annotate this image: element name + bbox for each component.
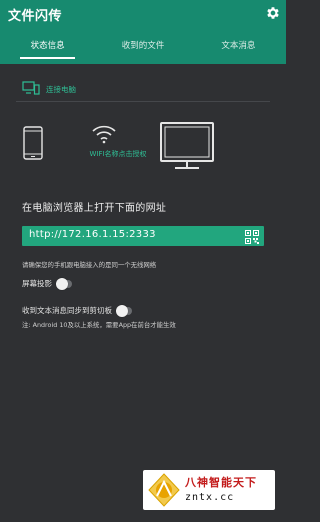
tab-status-info[interactable]: 状态信息 — [0, 36, 95, 64]
screen-projection-row: 屏幕投影 — [22, 277, 72, 290]
phone-icon — [23, 126, 43, 164]
watermark-badge: 八神智能天下 zntx.cc — [143, 470, 275, 510]
monitor-connect-icon — [22, 80, 40, 99]
screen-projection-toggle[interactable] — [56, 277, 72, 290]
app-header: 文件闪传 状态信息 收到的文件 文本消息 — [0, 0, 286, 64]
gear-icon[interactable] — [265, 5, 281, 21]
clipboard-sync-toggle[interactable] — [116, 304, 132, 317]
section-divider — [16, 101, 270, 102]
app-title: 文件闪传 — [8, 9, 63, 24]
url-heading: 在电脑浏览器上打开下面的网址 — [22, 203, 167, 214]
android-note: 注: Android 10及以上系统，需要App在前台才能生效 — [22, 321, 176, 329]
tab-received-files[interactable]: 收到的文件 — [95, 36, 190, 64]
connect-pc-link[interactable]: 连接电脑 — [22, 80, 76, 99]
qr-code-icon[interactable] — [245, 229, 259, 248]
watermark-url: zntx.cc — [185, 492, 235, 503]
wifi-icon — [91, 124, 117, 148]
wifi-auth-link[interactable]: WIFI名称点击授权 — [70, 149, 166, 159]
app-root: 文件闪传 状态信息 收到的文件 文本消息 连接电脑 WIFI名称点击授权 在电脑… — [0, 0, 286, 522]
monitor-icon — [159, 121, 215, 175]
network-hint: 请确保您的手机跟电脑接入的是同一个无线网络 — [22, 261, 157, 269]
watermark-logo-icon — [147, 472, 181, 508]
clipboard-sync-row: 收到文本消息同步到剪切板 — [22, 304, 132, 317]
connect-pc-label: 连接电脑 — [46, 85, 76, 94]
screen-projection-label: 屏幕投影 — [22, 279, 52, 288]
tab-text-messages[interactable]: 文本消息 — [191, 36, 286, 64]
toggle-knob — [116, 304, 128, 317]
url-bar[interactable]: http://172.16.1.15:2333 — [22, 226, 264, 246]
watermark-title: 八神智能天下 — [185, 476, 257, 489]
toggle-knob — [56, 277, 68, 290]
tab-bar: 状态信息 收到的文件 文本消息 — [0, 36, 286, 64]
clipboard-sync-label: 收到文本消息同步到剪切板 — [22, 306, 112, 315]
server-url[interactable]: http://172.16.1.15:2333 — [29, 229, 156, 240]
